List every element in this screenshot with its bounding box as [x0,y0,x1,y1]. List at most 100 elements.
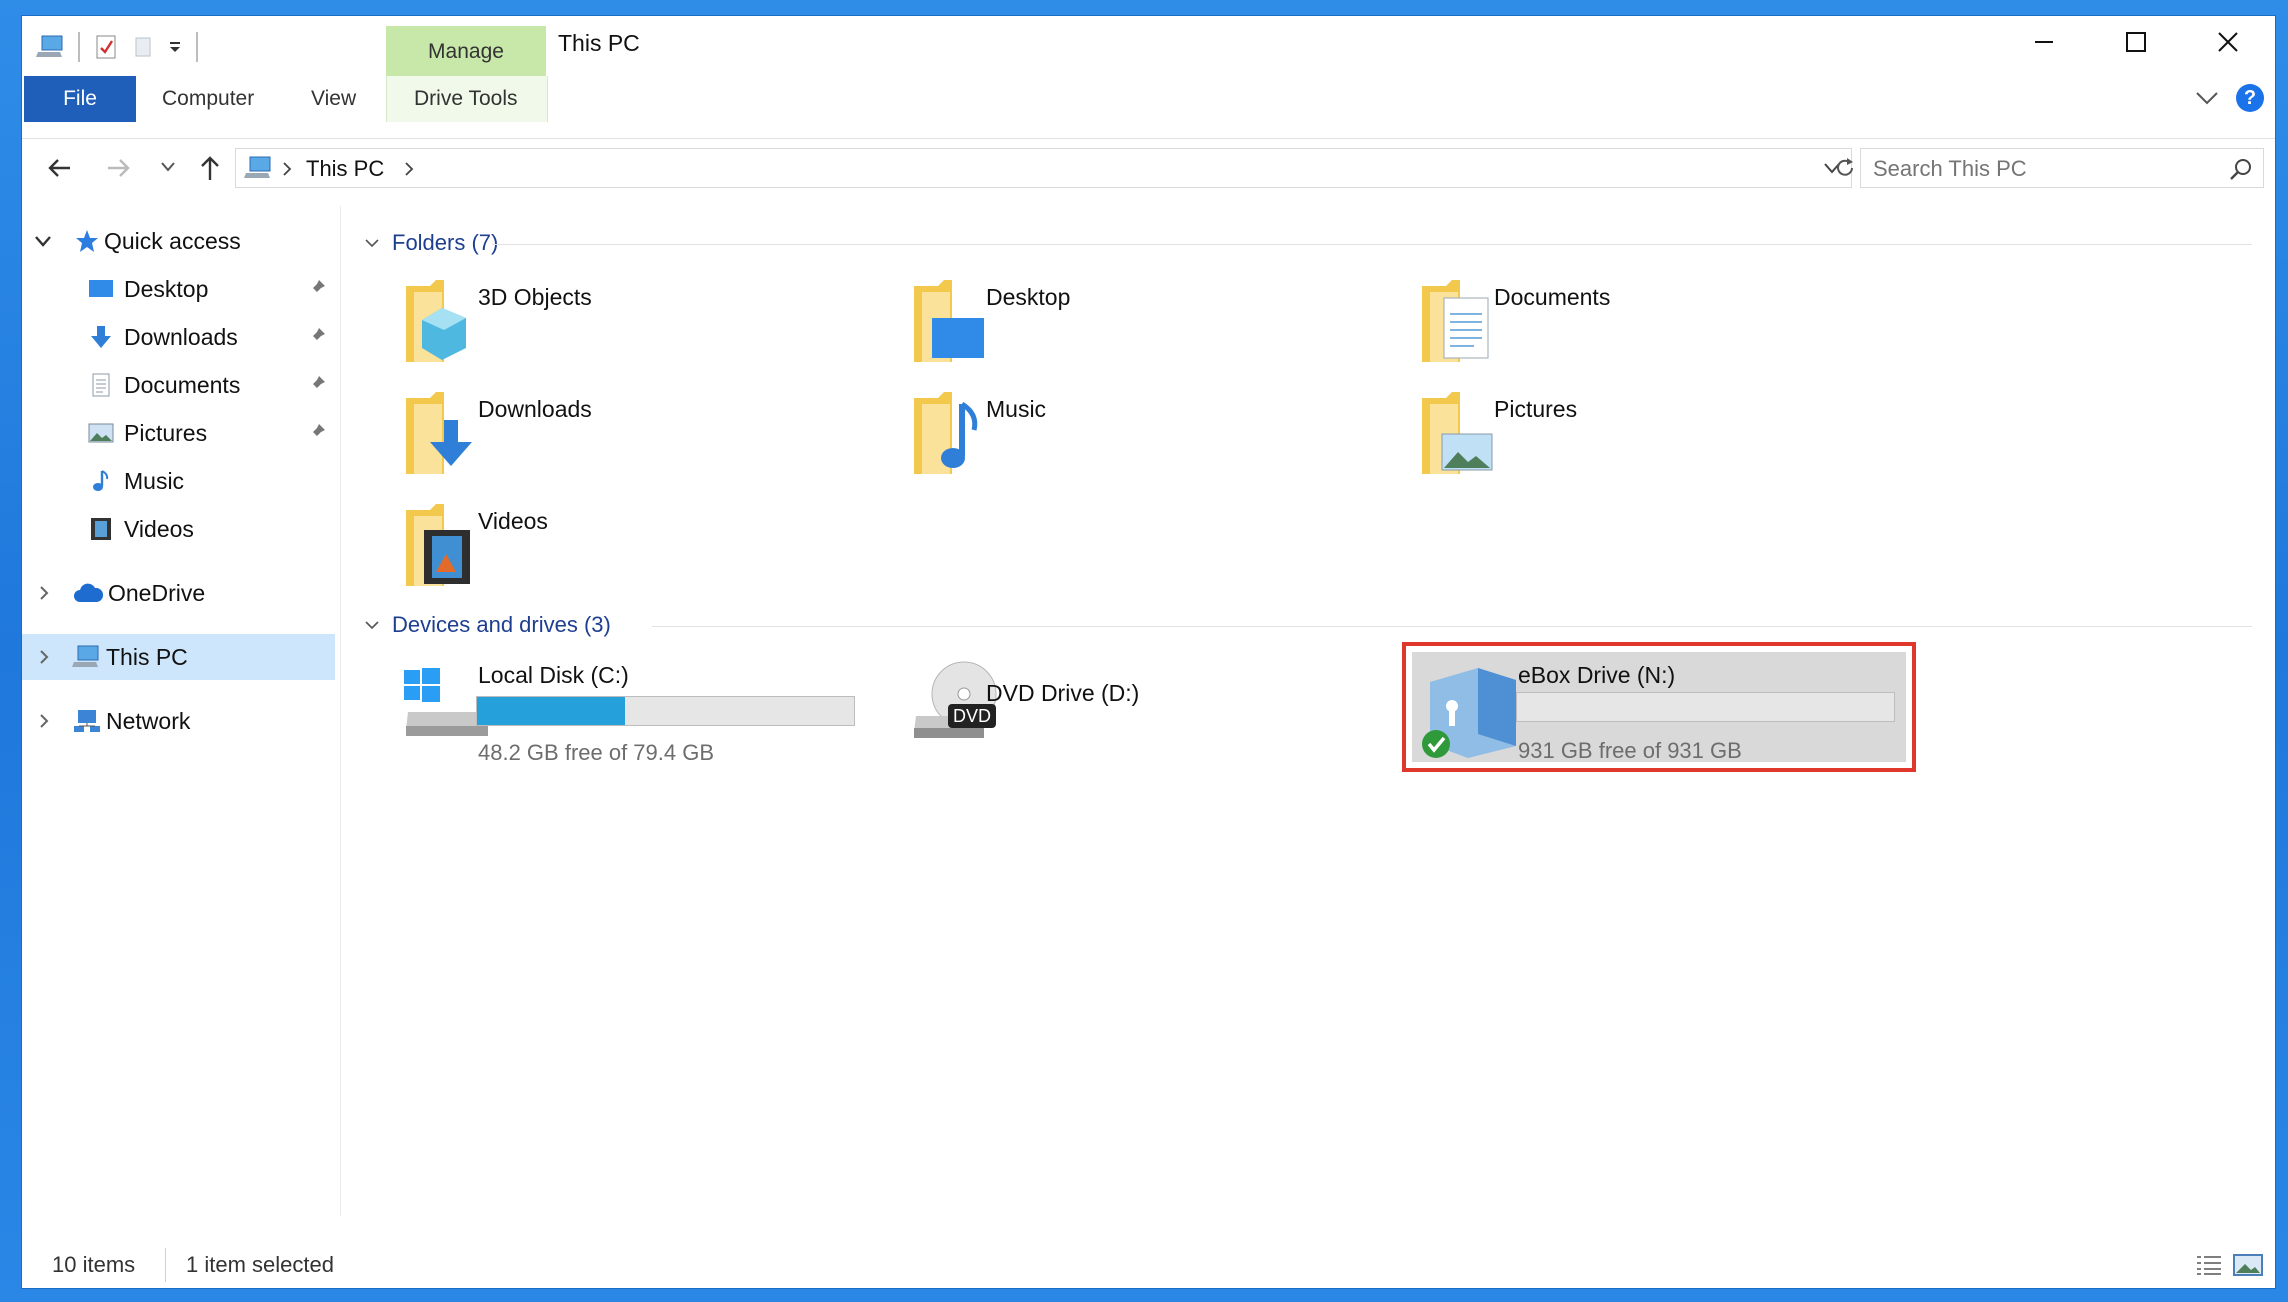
search-box[interactable] [1860,148,2264,188]
maximize-button[interactable] [2090,16,2182,68]
group-divider [652,608,2252,642]
folder-music-icon [914,392,978,474]
tab-view[interactable]: View [311,76,356,122]
folder-tile[interactable]: Videos [372,490,872,600]
search-input[interactable] [1871,153,2215,185]
sidebar-item-onedrive[interactable]: OneDrive [22,570,335,616]
desktop-icon [89,280,113,297]
chevron-right-icon[interactable] [38,584,50,602]
close-button[interactable] [2182,16,2274,68]
properties-icon[interactable] [94,34,118,60]
download-arrow-icon [91,326,111,348]
chevron-down-icon[interactable] [168,35,182,59]
drive-ebox-n[interactable]: eBox Drive (N:) 931 GB free of 931 GB [1412,652,1906,763]
sidebar-item-quick-access[interactable]: Quick access [22,218,335,264]
status-bar: 10 items 1 item selected [22,1242,2275,1288]
breadcrumb-this-pc[interactable]: This PC [306,156,384,182]
address-bar[interactable]: This PC [235,148,1852,188]
drive-free-space: 48.2 GB free of 79.4 GB [478,740,715,765]
up-arrow-icon[interactable] [198,154,222,182]
folder-tile[interactable]: Pictures [1388,378,1888,488]
forward-arrow-icon[interactable] [106,156,132,180]
sidebar-item-downloads[interactable]: Downloads [22,314,335,360]
ebox-drive-icon [1422,668,1516,758]
drive-local-disk-c[interactable]: Local Disk (C:) 48.2 GB free of 79.4 GB [372,650,872,770]
pin-icon[interactable] [307,374,327,394]
new-folder-icon[interactable] [132,35,154,59]
folder-tile[interactable]: Downloads [372,378,872,488]
navigation-bar: This PC [22,138,2275,198]
drive-name: Local Disk (C:) [478,662,629,688]
this-pc-icon[interactable] [36,34,64,60]
folder-tile[interactable]: 3D Objects [372,266,872,376]
chevron-right-icon[interactable] [38,648,50,666]
status-separator [165,1248,166,1282]
folder-pictures-icon [1422,392,1493,474]
sidebar-item-label: Network [106,707,191,734]
minimize-button[interactable] [1998,16,2090,68]
pin-icon[interactable] [307,326,327,346]
help-button[interactable]: ? [2236,84,2264,112]
pin-icon[interactable] [307,278,327,298]
star-icon [76,230,98,252]
sidebar-item-label: OneDrive [108,579,206,606]
folder-tile[interactable]: Documents [1388,266,1888,376]
back-arrow-icon[interactable] [46,156,72,180]
drives-group-header[interactable]: Devices and drives (3) [352,608,611,642]
sidebar-item-videos[interactable]: Videos [22,506,335,552]
manage-tab[interactable]: Manage [386,26,546,78]
film-icon [91,518,111,540]
folder-name: Music [986,396,1047,422]
sidebar-item-label: Pictures [124,419,208,446]
window-title: This PC [558,30,640,56]
chevron-down-icon[interactable] [2194,88,2220,108]
folder-name: Downloads [478,396,592,422]
recent-locations-icon[interactable] [160,160,176,174]
sidebar-item-label: Documents [124,371,241,398]
drive-dvd-d[interactable]: DVD DVD Drive (D:) [880,650,1380,770]
chevron-down-icon[interactable] [364,237,380,249]
sidebar-item-music[interactable]: Music [22,458,335,504]
pin-icon[interactable] [307,422,327,442]
close-icon [2218,32,2238,52]
folder-documents-icon [1422,280,1489,362]
maximize-icon [2126,32,2146,52]
chevron-down-icon[interactable] [34,234,52,248]
sidebar-item-network[interactable]: Network [22,698,335,744]
sidebar-item-label: Quick access [104,227,241,254]
ribbon: File Computer View Drive Tools ? [22,76,2275,139]
folder-name: Videos [478,508,548,534]
chevron-right-icon[interactable] [38,712,50,730]
tab-computer[interactable]: Computer [162,76,254,122]
drive-usage-fill [477,697,626,725]
quick-access-toolbar [36,32,198,62]
refresh-icon[interactable] [1833,156,1857,180]
drive-usage-bar [1516,692,1895,722]
tab-file[interactable]: File [24,76,136,122]
sidebar-item-this-pc[interactable]: This PC [22,634,335,680]
drive-ebox-n-highlight[interactable]: eBox Drive (N:) 931 GB free of 931 GB [1402,642,1916,772]
sidebar-item-pictures[interactable]: Pictures [22,410,335,456]
large-icons-view-icon[interactable] [2233,1252,2263,1278]
folder-tile[interactable]: Desktop [880,266,1380,376]
chevron-right-icon [283,162,292,176]
search-icon[interactable] [2229,157,2253,181]
dvd-badge: DVD [953,706,991,726]
sidebar-item-desktop[interactable]: Desktop [22,266,335,312]
chevron-right-icon[interactable] [404,161,414,177]
details-view-icon[interactable] [2195,1254,2223,1276]
this-pc-icon [244,156,271,178]
sidebar-item-documents[interactable]: Documents [22,362,335,408]
minimize-icon [2035,41,2053,43]
group-title: Folders (7) [392,230,499,255]
folder-tile[interactable]: Music [880,378,1380,488]
drive-free-space: 931 GB free of 931 GB [1518,738,1742,763]
folder-desktop-icon [914,280,984,362]
chevron-down-icon[interactable] [364,619,380,631]
tab-drive-tools[interactable]: Drive Tools [414,76,517,122]
folders-group-header[interactable]: Folders (7) [352,226,498,260]
folder-name: 3D Objects [478,284,592,310]
status-item-count: 10 items [52,1252,136,1277]
folder-name: Desktop [986,284,1071,310]
content-pane: Folders (7) 3D Objects Desktop Documents… [352,206,2275,1216]
